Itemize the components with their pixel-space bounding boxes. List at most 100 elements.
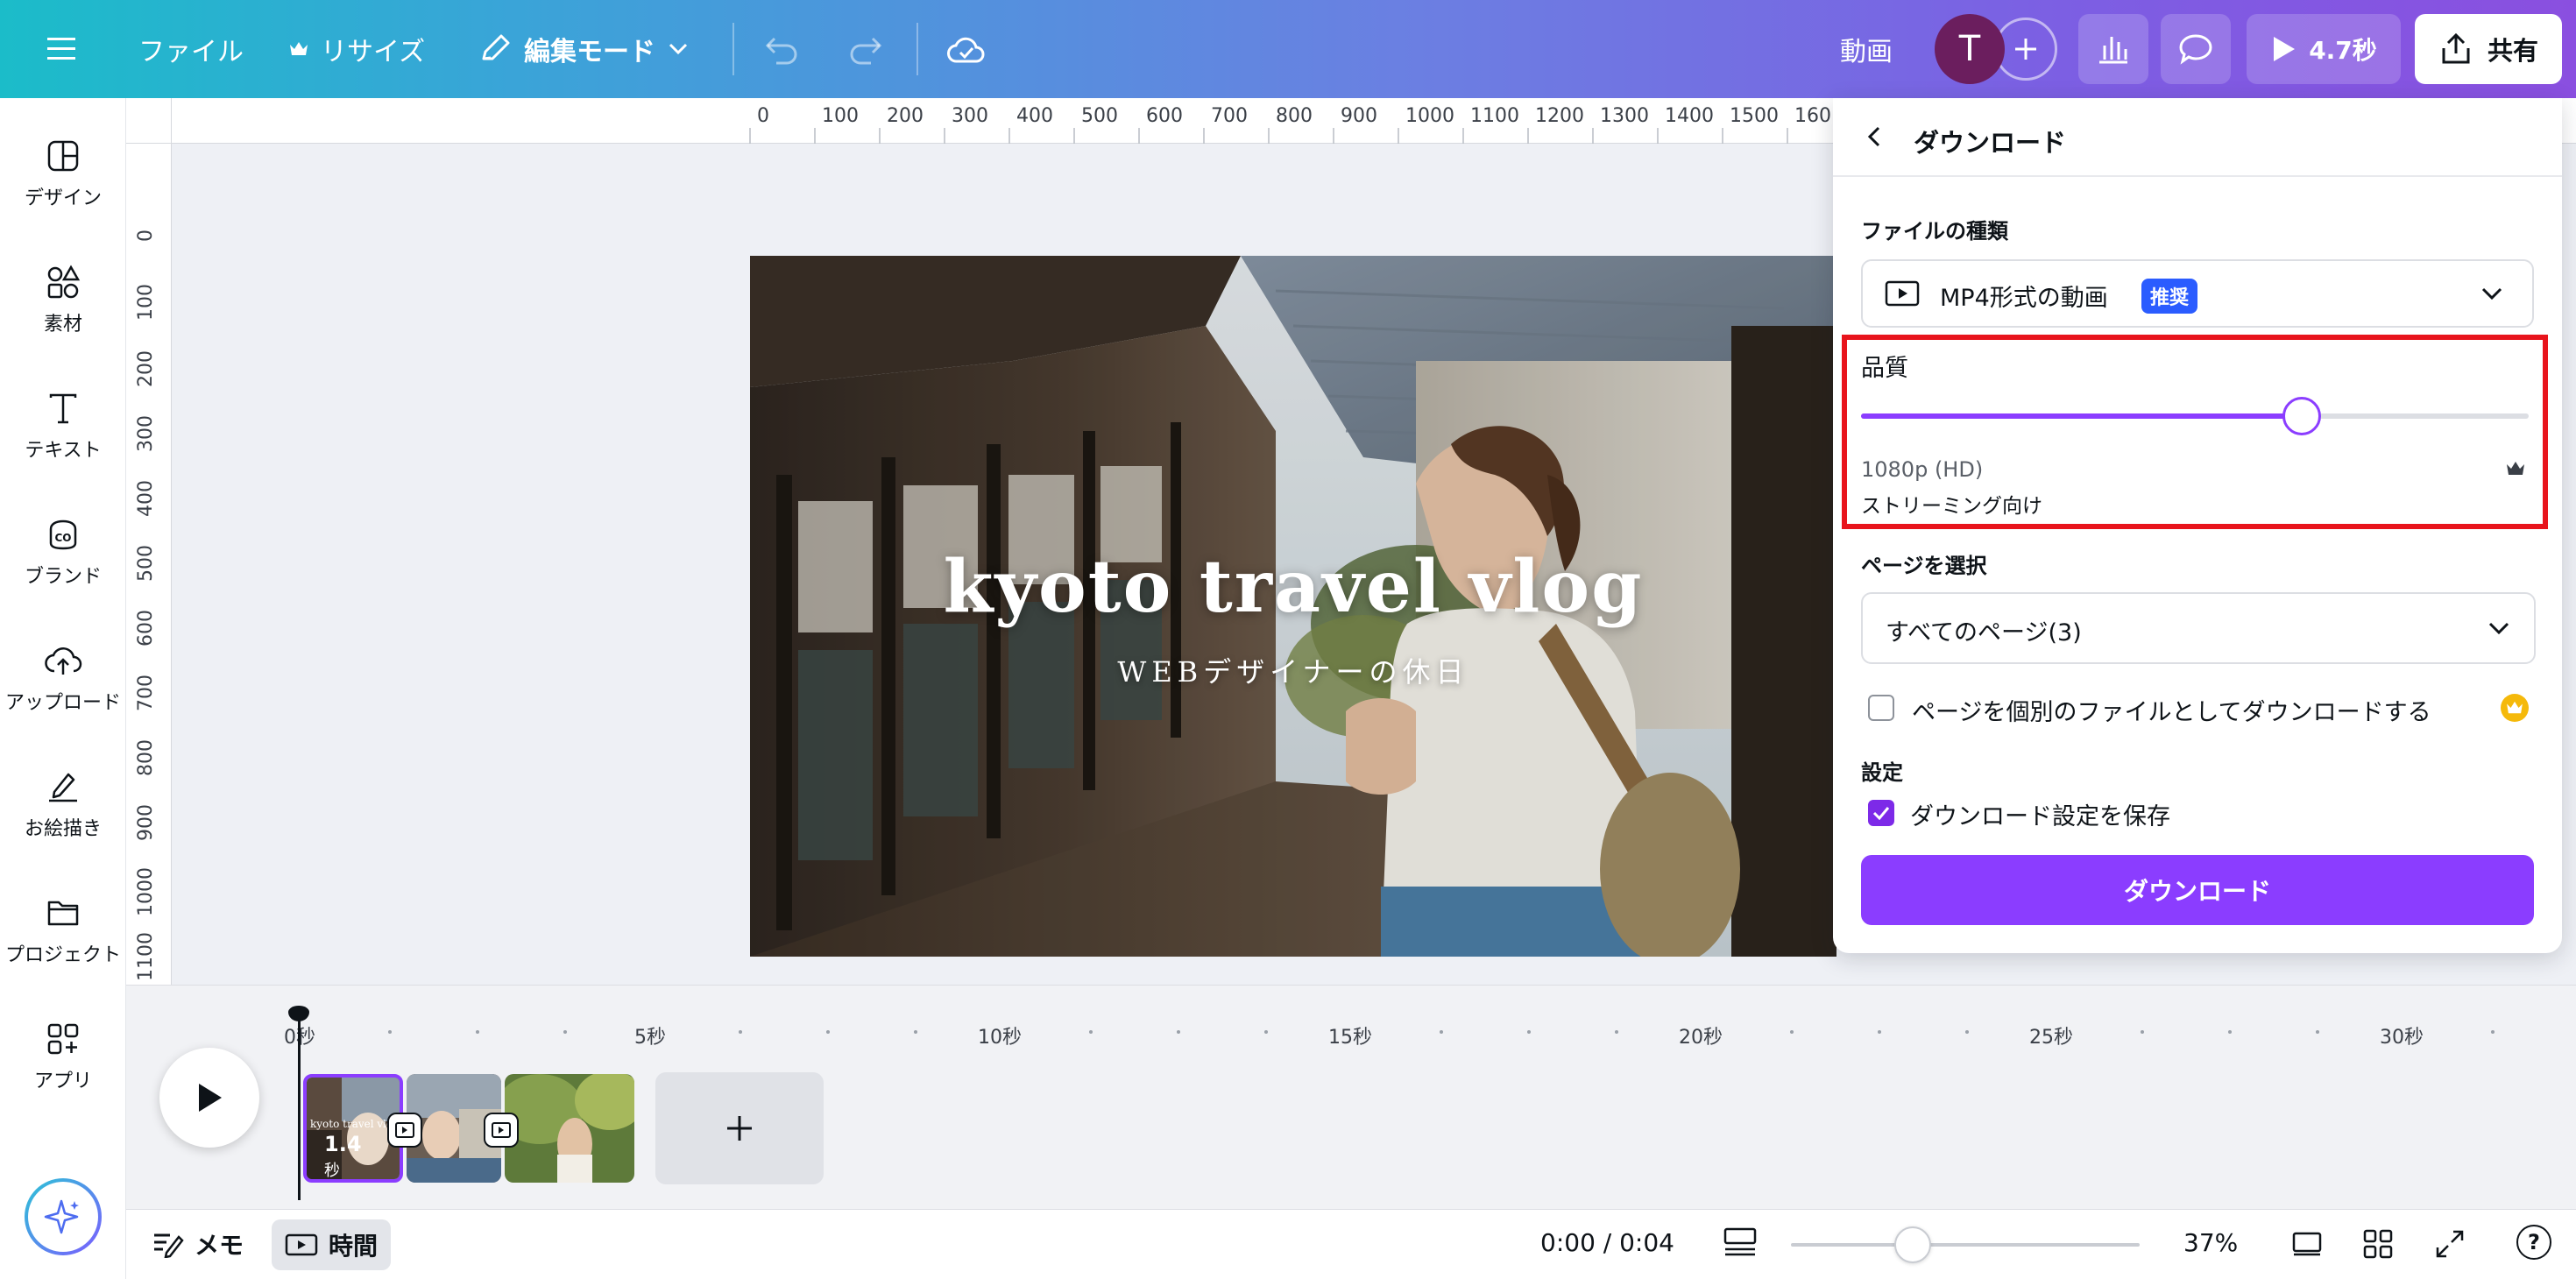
timeline-clip-3[interactable] xyxy=(505,1074,634,1183)
resize-label: リサイズ xyxy=(321,37,426,67)
sidebar-item-text[interactable]: テキスト xyxy=(0,391,126,463)
file-menu[interactable]: ファイル xyxy=(138,18,244,80)
ruler-top-label: 700 xyxy=(1211,105,1248,127)
timeline-dot xyxy=(1527,1030,1531,1034)
text-icon xyxy=(49,393,77,424)
notes-button[interactable]: メモ xyxy=(152,1226,244,1261)
video-page-canvas[interactable]: kyoto travel vlog WEBデザイナーの休日 xyxy=(750,256,1836,957)
insights-button[interactable] xyxy=(2078,14,2148,84)
zoom-slider-track[interactable] xyxy=(1791,1243,2140,1247)
fullscreen-button[interactable] xyxy=(2434,1228,2466,1260)
quality-resolution: 1080p (HD) xyxy=(1861,457,1984,482)
download-button[interactable]: ダウンロード xyxy=(1861,855,2534,925)
quality-description: ストリーミング向け xyxy=(1861,495,2042,518)
ruler-top-label: 1100 xyxy=(1470,105,1519,127)
separate-files-checkbox[interactable] xyxy=(1868,695,1894,721)
play-icon xyxy=(2274,37,2296,61)
timeline-dot xyxy=(563,1030,567,1034)
canvas-subtitle-text[interactable]: WEBデザイナーの休日 xyxy=(750,650,1836,690)
share-button[interactable]: 共有 xyxy=(2415,14,2562,84)
ruler-left-label: 1100 xyxy=(135,932,157,981)
sidebar-item-brand[interactable]: CO ブランド xyxy=(0,517,126,589)
cloud-save-status[interactable] xyxy=(946,18,987,80)
quality-slider-knob[interactable] xyxy=(2282,397,2321,435)
layout-icon xyxy=(47,140,79,172)
grid-icon xyxy=(2363,1229,2393,1259)
resize-menu[interactable]: リサイズ xyxy=(289,18,425,80)
pencil-icon xyxy=(482,34,510,60)
media-label-text: 動画 xyxy=(1840,37,1893,67)
undo-button[interactable] xyxy=(764,18,801,80)
expand-icon xyxy=(2436,1230,2464,1258)
sidebar-item-projects[interactable]: プロジェクト xyxy=(0,895,126,967)
zoom-percent[interactable]: 37% xyxy=(2183,1228,2238,1257)
file-type-value: MP4形式の動画 xyxy=(1940,285,2108,312)
magic-inner xyxy=(28,1182,98,1252)
sidebar-item-apps[interactable]: アプリ xyxy=(0,1021,126,1093)
save-settings-checkbox[interactable] xyxy=(1868,800,1894,826)
back-button[interactable] xyxy=(1863,123,1887,151)
crown-icon xyxy=(2507,462,2524,475)
sidebar-item-draw[interactable]: お絵描き xyxy=(0,769,126,841)
timeline-dot xyxy=(2141,1030,2144,1034)
ruler-top-label: 1500 xyxy=(1730,105,1779,127)
avatar-initial: T xyxy=(1958,29,1981,69)
separate-files-label: ページを個別のファイルとしてダウンロードする xyxy=(1912,699,2431,726)
ruler-left-label: 100 xyxy=(135,284,157,321)
ruler-left-label: 500 xyxy=(135,545,157,582)
timecode: 0:00 / 0:04 xyxy=(1540,1228,1674,1257)
view-mode-button[interactable] xyxy=(1723,1226,1758,1258)
page-select-value: すべてのページ(3) xyxy=(1886,619,2082,647)
add-page-button[interactable] xyxy=(655,1072,824,1184)
timeline-dot xyxy=(1878,1030,1881,1034)
grid-view-button[interactable] xyxy=(2362,1228,2394,1260)
timeline-dot xyxy=(826,1030,830,1034)
clip-duration: 1.4 xyxy=(324,1132,362,1156)
ruler-top-label: 300 xyxy=(952,105,988,127)
timeline-dot xyxy=(914,1030,917,1034)
ruler-top-label: 800 xyxy=(1276,105,1313,127)
transition-button[interactable] xyxy=(484,1113,519,1148)
timeline-dot xyxy=(1177,1030,1180,1034)
timeline-dot xyxy=(476,1030,479,1034)
bar-chart-icon xyxy=(2099,37,2127,64)
ruler-left-label: 900 xyxy=(135,804,157,841)
timeline-dot xyxy=(2491,1030,2495,1034)
ruler-top-label: 1000 xyxy=(1405,105,1454,127)
sidebar-item-uploads[interactable]: アップロード xyxy=(0,643,126,715)
help-button[interactable]: ? xyxy=(2516,1225,2551,1260)
menu-button[interactable] xyxy=(47,18,79,80)
ruler-top-label: 1300 xyxy=(1600,105,1649,127)
timeline-dot xyxy=(388,1030,392,1034)
avatar[interactable]: T xyxy=(1935,14,2005,84)
canvas-title-text[interactable]: kyoto travel vlog xyxy=(750,545,1836,629)
comment-button[interactable] xyxy=(2161,14,2231,84)
pages-view-button[interactable] xyxy=(2290,1228,2324,1258)
plus-icon xyxy=(727,1116,752,1141)
transition-button[interactable] xyxy=(387,1113,422,1148)
crown-icon xyxy=(290,42,308,55)
ruler-top-label: 160 xyxy=(1794,105,1831,127)
time-label: 時間 xyxy=(328,1232,378,1261)
magic-assistant-button[interactable] xyxy=(25,1178,102,1255)
redo-button[interactable] xyxy=(846,18,883,80)
media-type-label: 動画 xyxy=(1840,18,1893,80)
timeline-toggle-button[interactable]: 時間 xyxy=(272,1219,391,1270)
plus-icon xyxy=(2015,39,2036,60)
zoom-slider-knob[interactable] xyxy=(1894,1226,1931,1263)
redo-icon xyxy=(850,37,882,65)
page-select-label: ページを選択 xyxy=(1861,554,1987,578)
sidebar-item-elements[interactable]: 素材 xyxy=(0,265,126,336)
ruler-top-label: 900 xyxy=(1341,105,1377,127)
file-type-label: ファイルの種類 xyxy=(1861,219,2008,244)
panel-title: ダウンロード xyxy=(1914,128,2067,158)
sidebar-item-design[interactable]: デザイン xyxy=(0,138,126,210)
edit-mode-dropdown[interactable]: 編集モード xyxy=(478,18,689,80)
ruler-top-label: 0 xyxy=(757,105,769,127)
timeline-play-button[interactable] xyxy=(159,1048,259,1148)
play-preview-button[interactable]: 4.7秒 xyxy=(2247,14,2401,84)
filmstrip-view-icon xyxy=(1723,1227,1757,1256)
playhead-line[interactable] xyxy=(298,1007,301,1200)
apps-icon xyxy=(47,1023,79,1055)
ruler-top-label: 100 xyxy=(822,105,859,127)
